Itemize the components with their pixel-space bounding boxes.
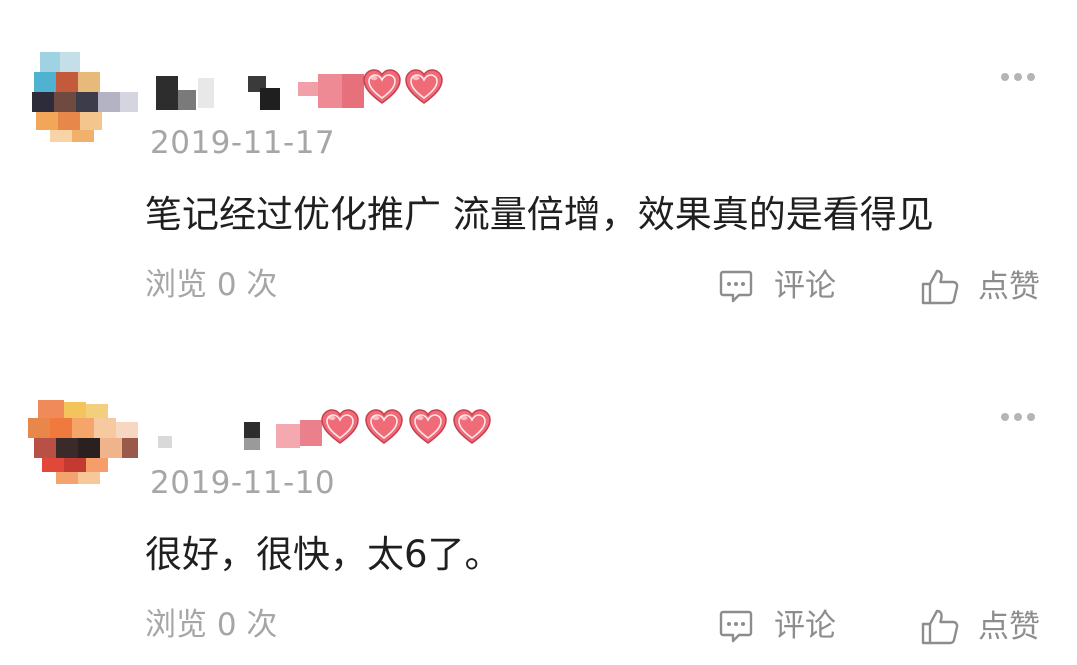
heart-emoji-icon <box>408 408 448 446</box>
comment-button[interactable]: 评论 <box>718 268 836 304</box>
heart-emoji-icon <box>320 408 360 446</box>
comment-text: 笔记经过优化推广 流量倍增，效果真的是看得见 <box>145 193 934 236</box>
avatar[interactable] <box>22 392 140 484</box>
user-name-masked[interactable] <box>150 408 530 458</box>
thumbs-up-icon <box>921 609 959 645</box>
comment-label: 评论 <box>774 267 836 304</box>
comment-date: 2019-11-10 <box>150 465 336 501</box>
view-count: 浏览 0 次 <box>145 267 278 303</box>
like-button[interactable]: 点赞 <box>920 268 1040 306</box>
chat-bubble-icon <box>719 270 753 303</box>
comment-button[interactable]: 评论 <box>718 608 836 644</box>
user-name-masked[interactable] <box>150 68 530 118</box>
comment-item: 2019-11-10 很好，很快，太6了。 浏览 0 次 评论 点赞 <box>0 340 1077 660</box>
heart-emoji-icon <box>404 68 444 106</box>
like-label: 点赞 <box>978 268 1040 305</box>
comment-label: 评论 <box>774 607 836 644</box>
comment-date: 2019-11-17 <box>150 125 336 161</box>
more-dots-icon[interactable] <box>1001 410 1035 424</box>
like-label: 点赞 <box>978 608 1040 645</box>
heart-emoji-icon <box>364 408 404 446</box>
view-count: 浏览 0 次 <box>145 607 278 643</box>
heart-emoji-icon <box>362 68 402 106</box>
thumbs-up-icon <box>921 269 959 305</box>
like-button[interactable]: 点赞 <box>920 608 1040 646</box>
comment-item: 2019-11-17 笔记经过优化推广 流量倍增，效果真的是看得见 浏览 0 次… <box>0 0 1077 320</box>
heart-emoji-icon <box>452 408 492 446</box>
comment-text: 很好，很快，太6了。 <box>145 533 502 576</box>
more-dots-icon[interactable] <box>1001 70 1035 84</box>
chat-bubble-icon <box>719 610 753 643</box>
avatar[interactable] <box>22 52 140 142</box>
